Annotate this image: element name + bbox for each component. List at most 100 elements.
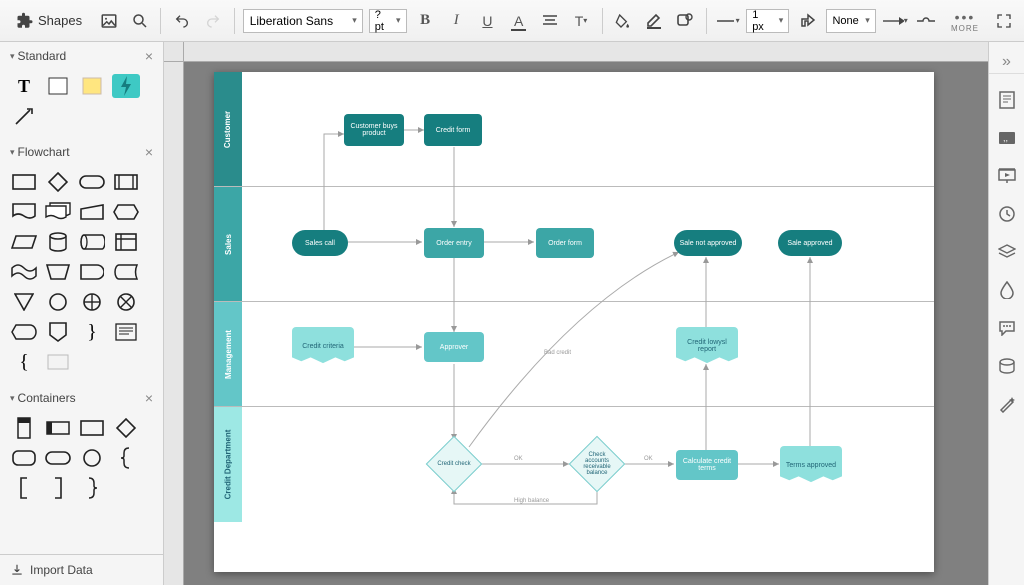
node-check-accounts[interactable]: Check accounts receivable balance	[569, 436, 625, 492]
node-credit-check[interactable]: Credit check	[426, 436, 482, 492]
fill-color-button[interactable]	[611, 8, 636, 34]
shape-brace-r[interactable]	[78, 476, 106, 500]
shape-container-diamond[interactable]	[112, 416, 140, 440]
node-credit-form[interactable]: Credit form	[424, 114, 482, 146]
page[interactable]: Customer Sales Management Credit Departm…	[214, 72, 934, 572]
import-data-button[interactable]: Import Data	[0, 554, 163, 585]
shape-note[interactable]	[78, 74, 106, 98]
shape-manual-op[interactable]	[44, 260, 72, 284]
shape-decision[interactable]	[44, 170, 72, 194]
text-color-button[interactable]: A	[506, 8, 531, 34]
italic-button[interactable]: I	[444, 8, 469, 34]
shape-brace-left[interactable]: {	[10, 350, 38, 374]
underline-button[interactable]: U	[475, 8, 500, 34]
node-sales-call[interactable]: Sales call	[292, 230, 348, 256]
line-routing-button[interactable]	[795, 8, 820, 34]
layers-button[interactable]	[995, 240, 1019, 264]
shape-database[interactable]	[44, 230, 72, 254]
node-sale-approved[interactable]: Sale approved	[778, 230, 842, 256]
shape-rect-plain[interactable]	[44, 350, 72, 374]
shape-direct-data[interactable]	[78, 230, 106, 254]
shape-predefined[interactable]	[112, 170, 140, 194]
shape-text[interactable]: T	[10, 74, 38, 98]
font-size-select[interactable]: ?pt	[369, 9, 407, 33]
shape-stored-data[interactable]	[112, 260, 140, 284]
shape-bracket-r[interactable]	[44, 476, 72, 500]
shape-container-round[interactable]	[10, 446, 38, 470]
shape-paper-tape[interactable]	[10, 260, 38, 284]
shape-hotspot[interactable]	[112, 74, 140, 98]
shape-bracket-l[interactable]	[10, 476, 38, 500]
magic-button[interactable]	[995, 392, 1019, 416]
node-customer-buys[interactable]: Customer buys product	[344, 114, 404, 146]
node-credit-criteria[interactable]: Credit criteria	[292, 327, 354, 365]
close-icon[interactable]: ×	[145, 48, 153, 64]
collapse-right-button[interactable]: »	[989, 50, 1024, 74]
shape-document[interactable]	[10, 200, 38, 224]
stroke-width-select[interactable]: 1 px	[746, 9, 789, 33]
shape-summing[interactable]	[112, 290, 140, 314]
comments-button[interactable]: ,,	[995, 126, 1019, 150]
shapes-menu-button[interactable]: Shapes	[8, 9, 90, 33]
node-calculate-terms[interactable]: Calculate credit terms	[676, 450, 738, 480]
shape-display[interactable]	[10, 320, 38, 344]
canvas-area[interactable]: Customer Sales Management Credit Departm…	[164, 42, 988, 585]
bold-button[interactable]: B	[413, 8, 438, 34]
shape-manual-input[interactable]	[78, 200, 106, 224]
image-button[interactable]	[96, 8, 121, 34]
lane-customer[interactable]: Customer	[214, 72, 934, 187]
shape-block[interactable]	[44, 74, 72, 98]
stroke-color-button[interactable]	[642, 8, 667, 34]
fullscreen-button[interactable]	[991, 8, 1016, 34]
more-button[interactable]: ••• MORE	[951, 9, 979, 33]
present-button[interactable]	[995, 164, 1019, 188]
shape-brace-l[interactable]	[112, 446, 140, 470]
shape-merge[interactable]	[10, 290, 38, 314]
chat-button[interactable]	[995, 316, 1019, 340]
line-style-button[interactable]: ▾	[715, 8, 740, 34]
search-button[interactable]	[127, 8, 152, 34]
close-icon[interactable]: ×	[145, 144, 153, 160]
redo-button[interactable]	[201, 8, 226, 34]
node-sale-not-approved[interactable]: Sale not approved	[674, 230, 742, 256]
font-family-select[interactable]: Liberation Sans	[243, 9, 363, 33]
shape-offpage[interactable]	[44, 320, 72, 344]
shape-container-rect[interactable]	[78, 416, 106, 440]
node-approver[interactable]: Approver	[424, 332, 484, 362]
shape-or[interactable]	[78, 290, 106, 314]
shape-container-pill[interactable]	[44, 446, 72, 470]
shape-brace-right[interactable]: }	[78, 320, 106, 344]
history-button[interactable]	[995, 202, 1019, 226]
undo-button[interactable]	[169, 8, 194, 34]
shape-swimlane-v[interactable]	[10, 416, 38, 440]
line-hop-button[interactable]	[914, 8, 939, 34]
node-terms-approved[interactable]: Terms approved	[780, 446, 842, 484]
shape-swimlane-h[interactable]	[44, 416, 72, 440]
shape-terminator[interactable]	[78, 170, 106, 194]
shape-container-circle[interactable]	[78, 446, 106, 470]
close-icon[interactable]: ×	[145, 390, 153, 406]
shape-delay[interactable]	[78, 260, 106, 284]
page-notes-button[interactable]	[995, 88, 1019, 112]
shape-preparation[interactable]	[112, 200, 140, 224]
category-flowchart-header[interactable]: ▾Flowchart×	[0, 138, 163, 166]
node-credit-report[interactable]: Credit lowysl report	[676, 327, 738, 365]
node-order-entry[interactable]: Order entry	[424, 228, 484, 258]
data-button[interactable]	[995, 354, 1019, 378]
shape-note-block[interactable]	[112, 320, 140, 344]
text-more-button[interactable]: T▾	[568, 8, 593, 34]
shape-style-button[interactable]	[673, 8, 698, 34]
shape-connector[interactable]	[44, 290, 72, 314]
shape-data[interactable]	[10, 230, 38, 254]
shape-internal-storage[interactable]	[112, 230, 140, 254]
text-align-button[interactable]	[537, 8, 562, 34]
shape-arrow-line[interactable]	[10, 104, 38, 128]
category-containers-header[interactable]: ▾Containers×	[0, 384, 163, 412]
line-end-arrow-button[interactable]: ▾	[882, 8, 908, 34]
shape-multidoc[interactable]	[44, 200, 72, 224]
theme-button[interactable]	[995, 278, 1019, 302]
node-order-form[interactable]: Order form	[536, 228, 594, 258]
category-standard-header[interactable]: ▾Standard×	[0, 42, 163, 70]
line-start-select[interactable]: None	[826, 9, 875, 33]
shape-process[interactable]	[10, 170, 38, 194]
